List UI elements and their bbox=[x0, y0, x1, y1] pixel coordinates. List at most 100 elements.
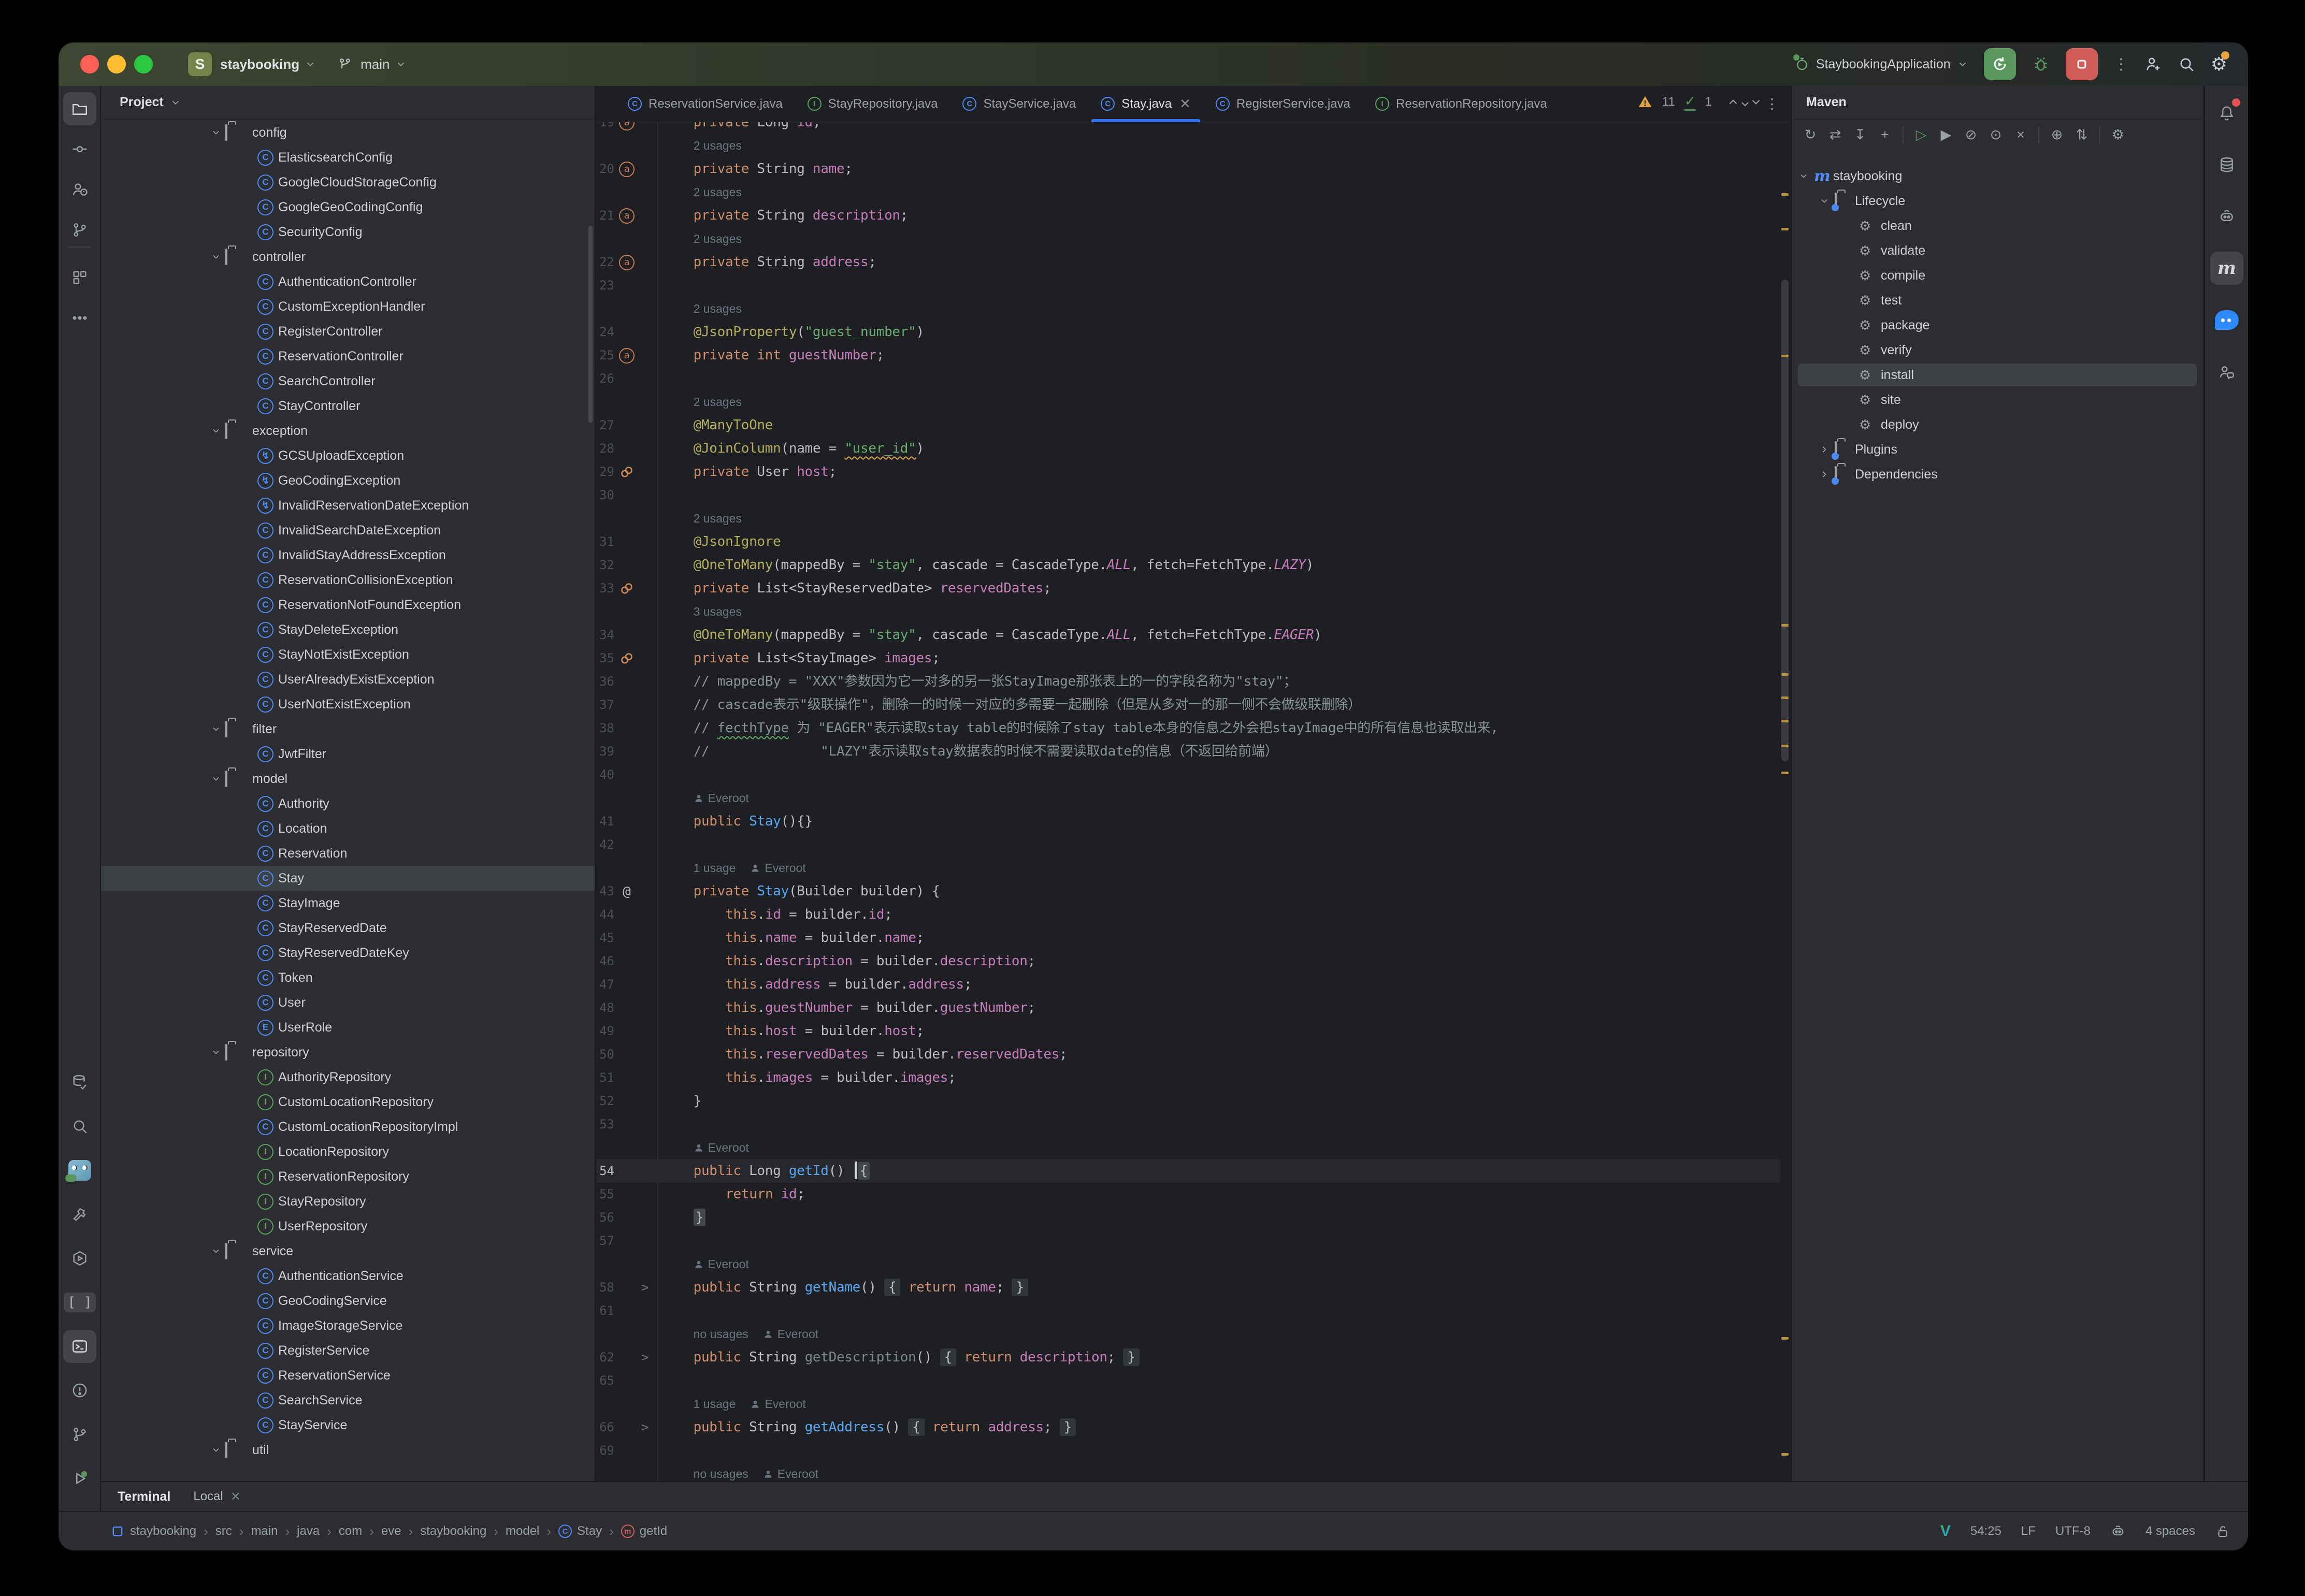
run-icon[interactable] bbox=[63, 1462, 96, 1495]
services-icon[interactable] bbox=[63, 1242, 96, 1275]
tree-item-StayReservedDateKey[interactable]: C StayReservedDateKey bbox=[101, 940, 595, 965]
annotation-gutter-icon[interactable]: a bbox=[617, 157, 636, 181]
maven-item-Dependencies[interactable]: Dependencies bbox=[1792, 462, 2203, 487]
chevron-down-icon[interactable] bbox=[211, 1246, 221, 1256]
reload-projects-icon[interactable]: ⇄ bbox=[1824, 127, 1847, 143]
tree-item-InvalidSearchDateException[interactable]: C InvalidSearchDateException bbox=[101, 518, 595, 543]
search-icon[interactable] bbox=[2178, 55, 2195, 73]
skip-tests-icon[interactable]: ⊙ bbox=[1984, 127, 2007, 143]
warning-stripe-mark[interactable] bbox=[1781, 355, 1789, 357]
at-gutter-icon[interactable]: @ bbox=[617, 880, 636, 903]
breadcrumb-item-model[interactable]: model bbox=[506, 1524, 539, 1539]
tree-item-SearchController[interactable]: C SearchController bbox=[101, 369, 595, 394]
warning-stripe-mark[interactable] bbox=[1781, 624, 1789, 627]
tree-item-InvalidReservationDateException[interactable]: ↯ InvalidReservationDateException bbox=[101, 493, 595, 518]
warning-stripe-mark[interactable] bbox=[1781, 772, 1789, 774]
editor-scrollbar[interactable] bbox=[1781, 280, 1789, 761]
code-line-50[interactable]: 50 this.reservedDates = builder.reservedD… bbox=[597, 1043, 1780, 1066]
database-check-icon[interactable] bbox=[63, 1066, 96, 1099]
tree-item-SecurityConfig[interactable]: C SecurityConfig bbox=[101, 220, 595, 244]
code-line-57[interactable]: 57 bbox=[597, 1229, 1780, 1253]
breadcrumb-item-main[interactable]: main bbox=[251, 1524, 278, 1539]
tree-item-model[interactable]: model bbox=[101, 766, 595, 791]
breadcrumb-item-Stay[interactable]: C Stay bbox=[558, 1524, 602, 1539]
build-hammer-icon[interactable] bbox=[63, 1198, 96, 1231]
terminal-tab-local[interactable]: Local ✕ bbox=[193, 1489, 240, 1504]
tree-item-SearchService[interactable]: C SearchService bbox=[101, 1388, 595, 1413]
tab-ReservationRepository.java[interactable]: I ReservationRepository.java bbox=[1363, 86, 1560, 122]
chevron-down-icon[interactable] bbox=[395, 59, 407, 70]
breadcrumb-item-com[interactable]: com bbox=[339, 1524, 362, 1539]
warning-stripe-mark[interactable] bbox=[1781, 745, 1789, 747]
code-line-47[interactable]: 47 this.address = builder.address; bbox=[597, 973, 1780, 996]
tree-item-StayReservedDate[interactable]: C StayReservedDate bbox=[101, 916, 595, 940]
gopher-plugin-icon[interactable] bbox=[63, 1154, 96, 1187]
maven-item-verify[interactable]: ⚙ verify bbox=[1792, 338, 2203, 362]
execute-goal-icon[interactable]: ▶ bbox=[1935, 127, 1957, 143]
code-line-36[interactable]: 36 // mappedBy = "XXX"参数因为它一对多的另一张StayIma… bbox=[597, 670, 1780, 693]
profiler-icon[interactable]: ⊕ bbox=[2045, 127, 2068, 143]
code-line-27[interactable]: 27 @ManyToOne bbox=[597, 414, 1780, 437]
code-line-44[interactable]: 44 this.id = builder.id; bbox=[597, 903, 1780, 926]
encoding[interactable]: UTF-8 bbox=[2055, 1524, 2091, 1539]
search-icon[interactable] bbox=[63, 1110, 96, 1143]
structure-icon[interactable] bbox=[63, 261, 96, 294]
code-line-58[interactable]: 58 > public String getName() { return name… bbox=[597, 1276, 1780, 1299]
copilot-status-icon[interactable] bbox=[2110, 1524, 2126, 1539]
offline-mode-icon[interactable]: ⊘ bbox=[1960, 127, 1982, 143]
terminal-title[interactable]: Terminal bbox=[118, 1489, 170, 1504]
maven-item-install[interactable]: ⚙ install bbox=[1792, 362, 2203, 387]
chevron-icon[interactable] bbox=[1819, 196, 1829, 206]
code-line-32[interactable]: 32 @OneToMany(mappedBy = "stay", cascade … bbox=[597, 554, 1780, 577]
tree-item-UserRole[interactable]: E UserRole bbox=[101, 1015, 595, 1040]
pull-requests-icon[interactable] bbox=[63, 173, 96, 206]
breadcrumb-item-eve[interactable]: eve bbox=[381, 1524, 401, 1539]
zoom-window-button[interactable] bbox=[134, 55, 153, 74]
code-line-39[interactable]: 39 // "LAZY"表示读取stay数据表的时候不需要读取date的信息（不返… bbox=[597, 740, 1780, 763]
maven-settings-icon[interactable]: ⚙ bbox=[2107, 127, 2129, 143]
maven-panel-header[interactable]: Maven bbox=[1792, 86, 2203, 119]
warning-stripe-mark[interactable] bbox=[1781, 193, 1789, 196]
tab-ReservationService.java[interactable]: C ReservationService.java bbox=[615, 86, 795, 122]
caret-position[interactable]: 54:25 bbox=[1970, 1524, 2001, 1539]
code-line-40[interactable]: 40 bbox=[597, 763, 1780, 787]
fold-arrow-icon[interactable]: > bbox=[641, 1416, 649, 1439]
tree-item-StayNotExistException[interactable]: C StayNotExistException bbox=[101, 642, 595, 667]
tree-item-Reservation[interactable]: C Reservation bbox=[101, 841, 595, 866]
maven-item-Lifecycle[interactable]: Lifecycle bbox=[1792, 188, 2203, 213]
code-line-66[interactable]: 66 > public String getAddress() { return a… bbox=[597, 1416, 1780, 1439]
code-line-21[interactable]: 21 a private String description; bbox=[597, 204, 1780, 227]
tree-item-repository[interactable]: repository bbox=[101, 1040, 595, 1065]
tree-item-ImageStorageService[interactable]: C ImageStorageService bbox=[101, 1313, 595, 1338]
code-line-43[interactable]: 43 @ private Stay(Builder builder) { bbox=[597, 880, 1780, 903]
code-line-46[interactable]: 46 this.description = builder.description… bbox=[597, 950, 1780, 973]
ai-chat-icon[interactable] bbox=[2210, 303, 2243, 337]
warning-stripe-mark[interactable] bbox=[1781, 1337, 1789, 1340]
code-area[interactable]: 19 a private Long id; 2 usages 20 a private St… bbox=[597, 122, 1790, 1481]
code-line-52[interactable]: 52} bbox=[597, 1090, 1780, 1113]
tab-Stay.java[interactable]: C Stay.java ✕ bbox=[1088, 86, 1203, 122]
tree-item-ReservationCollisionException[interactable]: C ReservationCollisionException bbox=[101, 568, 595, 592]
annotation-gutter-icon[interactable]: a bbox=[617, 122, 636, 134]
commit-icon[interactable] bbox=[63, 133, 96, 166]
tree-item-AuthorityRepository[interactable]: I AuthorityRepository bbox=[101, 1065, 595, 1090]
database-icon[interactable] bbox=[2210, 148, 2243, 181]
code-line-65[interactable]: 65 bbox=[597, 1369, 1780, 1392]
tree-item-GeoCodingService[interactable]: C GeoCodingService bbox=[101, 1288, 595, 1313]
terminal-icon[interactable] bbox=[63, 1330, 96, 1363]
code-line-48[interactable]: 48 this.guestNumber = builder.guestNumber… bbox=[597, 996, 1780, 1020]
code-line-23[interactable]: 23 bbox=[597, 274, 1780, 297]
tab-options-icon[interactable]: ⋮ bbox=[1765, 95, 1779, 112]
maven-tab-icon[interactable]: m bbox=[2210, 252, 2243, 285]
tab-RegisterService.java[interactable]: C RegisterService.java bbox=[1203, 86, 1363, 122]
minimize-window-button[interactable] bbox=[107, 55, 126, 74]
close-icon[interactable]: ✕ bbox=[230, 1489, 241, 1504]
chevron-down-icon[interactable] bbox=[211, 724, 221, 734]
maven-item-clean[interactable]: ⚙ clean bbox=[1792, 213, 2203, 238]
tree-item-AuthenticationController[interactable]: C AuthenticationController bbox=[101, 269, 595, 294]
tree-item-CustomExceptionHandler[interactable]: C CustomExceptionHandler bbox=[101, 294, 595, 319]
chevron-down-icon[interactable] bbox=[211, 252, 221, 262]
project-avatar[interactable]: S bbox=[188, 52, 212, 76]
rerun-button[interactable] bbox=[1983, 48, 2016, 80]
error-stripe[interactable] bbox=[1780, 122, 1790, 1481]
